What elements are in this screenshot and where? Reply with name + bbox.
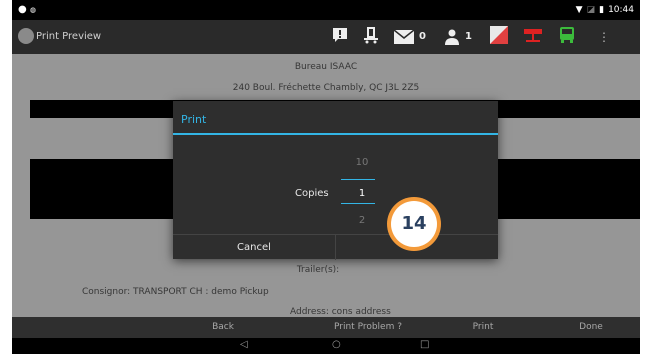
mail-icon <box>394 29 414 44</box>
cancel-button[interactable]: Cancel <box>173 235 336 260</box>
back-arrow-icon[interactable] <box>18 28 34 44</box>
battery-icon: ▮ <box>599 5 605 15</box>
status-bar: ● ◍ ▼ ◪ ▮ 10:44 <box>12 0 640 20</box>
status-right: ▼ ◪ ▮ 10:44 <box>576 5 634 15</box>
nav-back-icon[interactable]: ◁ <box>240 339 248 350</box>
picker-divider-top <box>341 179 375 180</box>
picker-next-value[interactable]: 2 <box>344 215 380 226</box>
mail-count: 0 <box>419 31 426 42</box>
system-nav-bar: ◁ ○ □ <box>12 338 640 354</box>
print-problem-button[interactable]: Print Problem ? <box>318 322 418 332</box>
mail-button[interactable]: 0 <box>394 29 426 44</box>
trailer-icon[interactable] <box>522 27 544 46</box>
status-square-icon[interactable] <box>489 26 508 47</box>
dialog-divider <box>173 133 498 135</box>
signal-icon: ◪ <box>586 5 596 15</box>
dialog-buttons: Cancel <box>173 234 498 260</box>
action-bar: Print Preview 0 1 ⋮ <box>12 20 640 54</box>
wifi-icon: ▼ <box>575 5 583 15</box>
done-button[interactable]: Done <box>566 322 616 332</box>
back-button[interactable]: Back <box>198 322 248 332</box>
print-dialog: Print Copies 10 1 2 Cancel <box>173 101 498 260</box>
truck-alert-icon[interactable] <box>362 26 380 47</box>
picker-prev-value[interactable]: 10 <box>344 157 380 168</box>
notification-icon-2: ◍ <box>29 6 37 14</box>
notification-icon: ● <box>18 4 27 15</box>
print-button[interactable]: Print <box>458 322 508 332</box>
copies-picker-value[interactable]: 1 <box>344 188 380 199</box>
bus-icon[interactable] <box>558 26 576 47</box>
step-badge: 14 <box>387 197 441 251</box>
copies-label: Copies <box>295 188 329 199</box>
clock: 10:44 <box>608 5 634 15</box>
page-title: Print Preview <box>36 31 102 42</box>
person-count: 1 <box>464 31 472 42</box>
dialog-title: Print <box>181 113 207 126</box>
person-icon <box>444 29 459 45</box>
device-screen: ● ◍ ▼ ◪ ▮ 10:44 Print Preview 0 1 ⋮ Bure… <box>12 0 640 354</box>
notification-icons: ● ◍ <box>18 4 36 15</box>
nav-recents-icon[interactable]: □ <box>420 339 429 350</box>
action-icons: 0 1 ⋮ <box>332 26 610 47</box>
nav-home-icon[interactable]: ○ <box>332 339 341 350</box>
bottom-action-bar: Back Print Problem ? Print Done <box>12 317 640 338</box>
step-number: 14 <box>391 201 437 247</box>
person-button[interactable]: 1 <box>444 29 472 45</box>
alert-icon[interactable] <box>332 27 348 46</box>
picker-divider-bottom <box>341 203 375 204</box>
overflow-icon[interactable]: ⋮ <box>598 30 610 44</box>
